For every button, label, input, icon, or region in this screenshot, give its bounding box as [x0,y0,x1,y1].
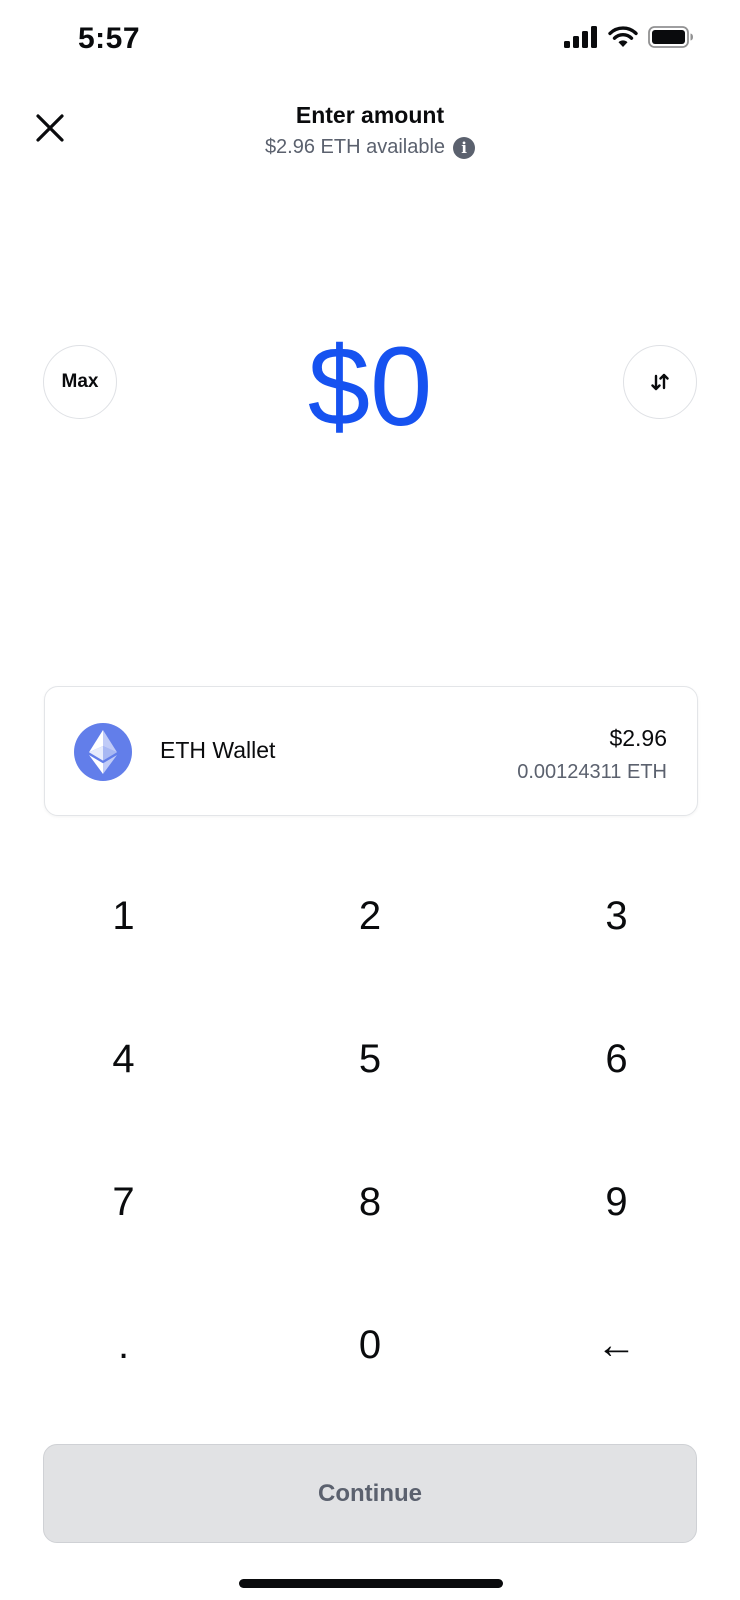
info-icon[interactable]: i [453,136,476,159]
swap-currency-button[interactable] [623,345,697,419]
home-indicator[interactable] [239,1579,503,1588]
wallet-fiat-balance: $2.96 [609,725,667,751]
key-9[interactable]: 9 [493,1131,740,1274]
cellular-signal-icon [564,26,597,48]
key-6[interactable]: 6 [493,988,740,1131]
numeric-keypad: 1 2 3 4 5 6 7 8 9 . 0 ← [0,845,740,1417]
wifi-icon [608,26,638,47]
key-decimal[interactable]: . [0,1274,247,1417]
key-0[interactable]: 0 [247,1274,493,1417]
backspace-key[interactable]: ← [493,1274,740,1417]
key-8[interactable]: 8 [247,1131,493,1274]
key-7[interactable]: 7 [0,1131,247,1274]
ethereum-icon [74,723,132,781]
key-1[interactable]: 1 [0,845,247,988]
swap-arrows-icon [651,373,669,391]
key-2[interactable]: 2 [247,845,493,988]
wallet-selector[interactable]: ETH Wallet $2.96 0.00124311 ETH [44,686,698,816]
status-icons [564,26,694,48]
key-4[interactable]: 4 [0,988,247,1131]
available-balance-text: $2.96 ETH available [264,136,446,158]
continue-button[interactable]: Continue [43,1444,697,1543]
wallet-name: ETH Wallet [160,737,276,763]
status-time: 5:57 [78,22,141,55]
page-title: Enter amount [295,102,445,128]
battery-icon [648,26,693,48]
send-amount-screen: 5:57 Enter amount $2.96 ETH available i … [0,0,740,1600]
key-5[interactable]: 5 [247,988,493,1131]
key-3[interactable]: 3 [493,845,740,988]
available-balance: $2.96 ETH available i [0,136,740,159]
wallet-crypto-balance: 0.00124311 ETH [517,761,667,783]
